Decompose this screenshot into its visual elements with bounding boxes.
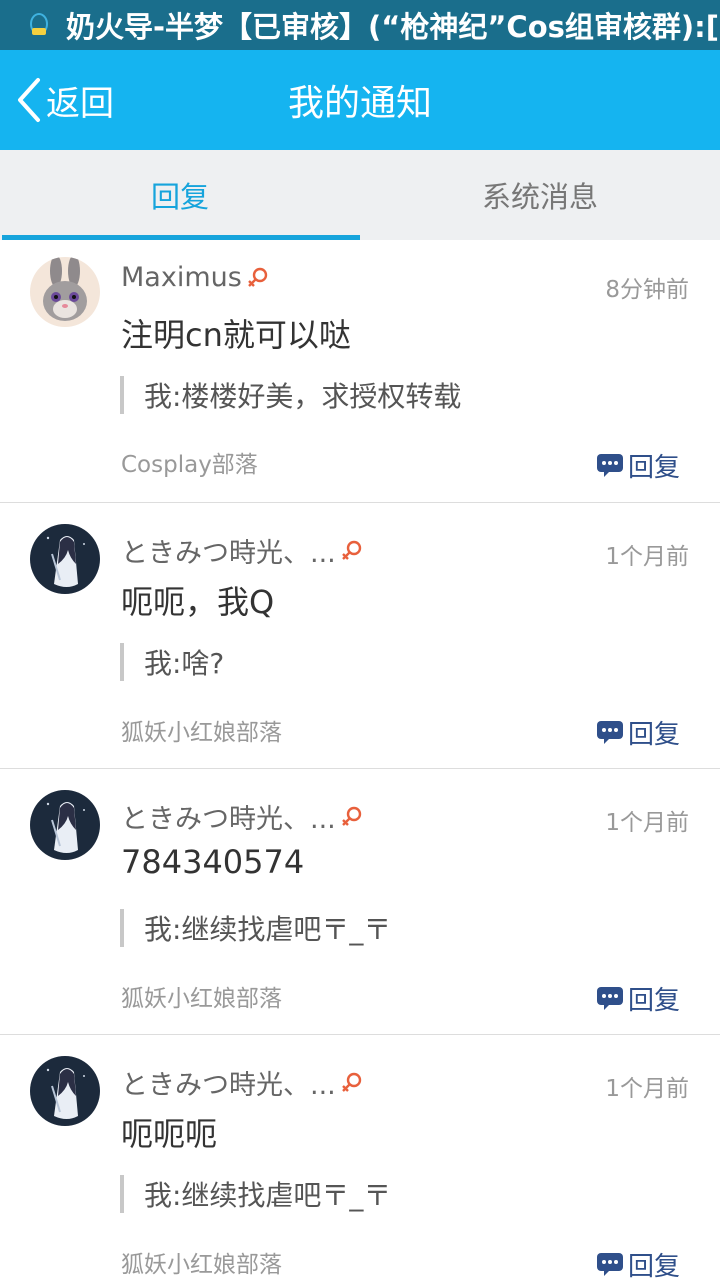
- avatar[interactable]: [30, 257, 100, 327]
- message-text: 呃呃，我Q: [121, 583, 275, 621]
- rabbit-avatar-icon: [30, 257, 100, 327]
- quoted-comment: 我:继续找虐吧〒_〒: [120, 909, 391, 947]
- notification-list: Maximus 8分钟前 注明cn就可以哒 我:楼楼好美，求授权转载 Cospl…: [0, 240, 720, 1280]
- tab-bar: 回复 系统消息: [0, 150, 720, 240]
- avatar[interactable]: [30, 524, 100, 594]
- quoted-comment: 我:继续找虐吧〒_〒: [120, 1175, 391, 1213]
- notification-item[interactable]: ときみつ時光、... 1个月前 呃呃，我Q 我:啥? 狐妖小红娘部落 回复: [0, 503, 720, 769]
- username[interactable]: ときみつ時光、...: [121, 797, 364, 836]
- qq-notification-icon: [30, 13, 48, 35]
- source-tribe[interactable]: 狐妖小红娘部落: [121, 1245, 282, 1279]
- quoted-comment: 我:楼楼好美，求授权转载: [120, 376, 461, 414]
- quoted-comment: 我:啥?: [120, 643, 224, 681]
- username-text: ときみつ時光、...: [121, 1070, 336, 1101]
- tab-replies[interactable]: 回复: [0, 150, 360, 240]
- tab-system-messages[interactable]: 系统消息: [360, 150, 720, 240]
- source-tribe[interactable]: 狐妖小红娘部落: [121, 713, 282, 747]
- avatar[interactable]: [30, 790, 100, 860]
- reply-button[interactable]: 回复: [596, 448, 680, 483]
- message-text: 注明cn就可以哒: [121, 316, 351, 354]
- anime-girl-avatar-icon: [30, 524, 100, 594]
- timestamp: 1个月前: [605, 544, 689, 570]
- comment-bubble-icon: [596, 454, 623, 477]
- tab-system-messages-label: 系统消息: [481, 180, 598, 214]
- username[interactable]: ときみつ時光、...: [121, 1063, 364, 1102]
- avatar[interactable]: [30, 1056, 100, 1126]
- username-text: ときみつ時光、...: [121, 538, 336, 569]
- notification-item[interactable]: ときみつ時光、... 1个月前 呃呃呃 我:继续找虐吧〒_〒 狐妖小红娘部落 回…: [0, 1035, 720, 1280]
- anime-girl-avatar-icon: [30, 1056, 100, 1126]
- app-header: 返回 我的通知: [0, 50, 720, 150]
- status-bar: 奶火导-半梦【已审核】(“枪神纪”Cos组审核群):[图: [0, 0, 720, 50]
- reply-button[interactable]: 回复: [596, 715, 680, 750]
- source-tribe[interactable]: 狐妖小红娘部落: [121, 979, 282, 1013]
- status-notification-text: 奶火导-半梦【已审核】(“枪神纪”Cos组审核群):[图: [66, 10, 720, 44]
- reply-label: 回复: [627, 452, 680, 483]
- back-button[interactable]: 返回: [14, 50, 114, 150]
- reply-button[interactable]: 回复: [596, 981, 680, 1016]
- female-icon: [247, 267, 268, 287]
- female-icon: [341, 1072, 361, 1092]
- back-arrow-icon: [18, 78, 40, 122]
- female-icon: [341, 806, 361, 826]
- notification-item[interactable]: Maximus 8分钟前 注明cn就可以哒 我:楼楼好美，求授权转载 Cospl…: [0, 240, 720, 503]
- comment-bubble-icon: [596, 987, 623, 1010]
- reply-label: 回复: [627, 719, 680, 750]
- username-text: ときみつ時光、...: [121, 804, 336, 835]
- timestamp: 1个月前: [605, 810, 689, 836]
- tab-replies-label: 回复: [150, 180, 209, 214]
- female-icon: [341, 540, 361, 560]
- timestamp: 8分钟前: [605, 277, 689, 303]
- reply-label: 回复: [627, 985, 680, 1016]
- timestamp: 1个月前: [605, 1076, 689, 1102]
- comment-bubble-icon: [596, 721, 623, 744]
- username-text: Maximus: [121, 262, 242, 293]
- source-tribe[interactable]: Cosplay部落: [121, 445, 258, 479]
- username[interactable]: Maximus: [121, 262, 270, 293]
- back-label: 返回: [46, 83, 114, 124]
- notification-item[interactable]: ときみつ時光、... 1个月前 784340574 我:继续找虐吧〒_〒 狐妖小…: [0, 769, 720, 1035]
- anime-girl-avatar-icon: [30, 790, 100, 860]
- comment-bubble-icon: [596, 1253, 623, 1276]
- message-text: 784340574: [121, 843, 305, 881]
- username[interactable]: ときみつ時光、...: [121, 531, 364, 570]
- reply-label: 回复: [627, 1251, 680, 1280]
- message-text: 呃呃呃: [121, 1115, 218, 1153]
- reply-button[interactable]: 回复: [596, 1247, 680, 1280]
